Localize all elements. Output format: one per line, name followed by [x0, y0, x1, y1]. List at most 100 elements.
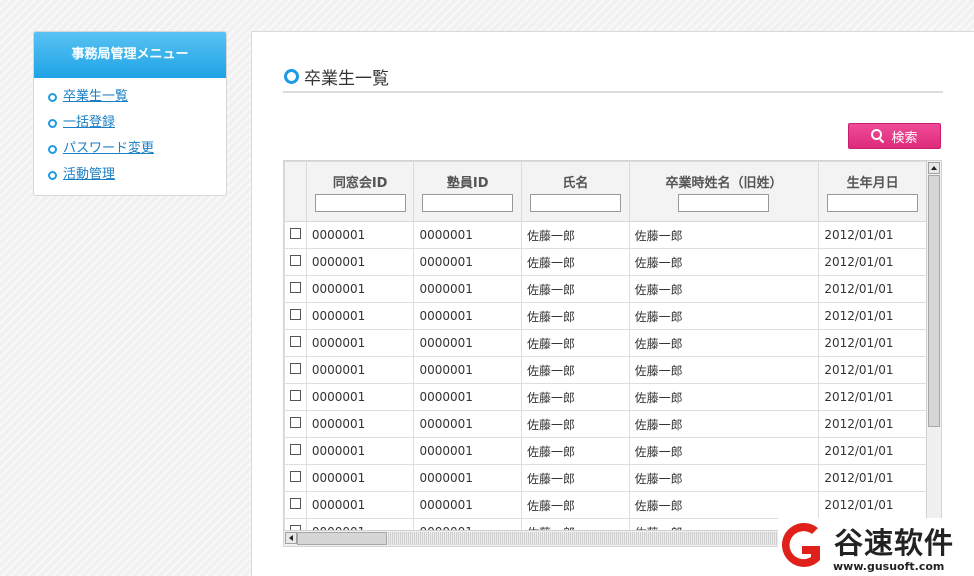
table-cell: 0000001	[413, 437, 523, 465]
row-select-cell	[284, 491, 307, 519]
sidebar-link-activity[interactable]: 活動管理	[63, 166, 115, 184]
table-row[interactable]: 00000010000001佐藤一郎佐藤一郎2012/01/01	[284, 329, 927, 357]
bullet-icon	[48, 171, 57, 180]
header-member-id: 塾員ID	[413, 161, 523, 222]
table-cell: 2012/01/01	[818, 356, 927, 384]
table-cell: 0000001	[413, 221, 523, 249]
bullet-icon	[48, 93, 57, 102]
sidebar-item-activity[interactable]: 活動管理	[48, 166, 226, 192]
table-cell: 佐藤一郎	[521, 410, 630, 438]
table-cell: 0000001	[413, 491, 523, 519]
row-select-cell	[284, 356, 307, 384]
row-select-cell	[284, 383, 307, 411]
table-cell: 2012/01/01	[818, 410, 927, 438]
sidebar-link-graduates[interactable]: 卒業生一覧	[63, 88, 128, 106]
table-cell: 2012/01/01	[818, 302, 927, 330]
horizontal-scroll-thumb[interactable]	[297, 532, 387, 545]
vertical-scrollbar[interactable]	[926, 161, 941, 531]
sidebar-link-password-change[interactable]: パスワード変更	[63, 140, 154, 158]
header-alumni-id: 同窓会ID	[305, 161, 415, 222]
row-select-cell	[284, 464, 307, 492]
table-cell: 0000001	[413, 356, 523, 384]
table-cell: 0000001	[305, 275, 415, 303]
table-row[interactable]: 00000010000001佐藤一郎佐藤一郎2012/01/01	[284, 383, 927, 411]
table-row[interactable]: 00000010000001佐藤一郎佐藤一郎2012/01/01	[284, 491, 927, 519]
table-cell: 0000001	[413, 275, 523, 303]
row-checkbox[interactable]	[289, 417, 301, 428]
table-cell: 佐藤一郎	[628, 383, 820, 411]
table-cell: 佐藤一郎	[521, 383, 630, 411]
scroll-up-icon[interactable]	[928, 162, 940, 174]
table-cell: 佐藤一郎	[521, 356, 630, 384]
bullet-icon	[48, 119, 57, 128]
scroll-left-icon[interactable]	[285, 532, 297, 544]
table-cell: 2012/01/01	[818, 437, 927, 465]
filter-birthdate-input[interactable]	[827, 194, 919, 212]
table-cell: 佐藤一郎	[628, 221, 820, 249]
grid-viewport: 同窓会ID 塾員ID 氏名 卒業時姓名（旧姓） 生年月日 0000001 000…	[284, 161, 927, 531]
row-checkbox[interactable]	[289, 444, 301, 455]
table-cell: 2012/01/01	[818, 491, 927, 519]
table-row[interactable]: 00000010000001佐藤一郎佐藤一郎2012/01/01	[284, 221, 927, 249]
table-cell: 0000001	[413, 329, 523, 357]
sidebar-link-bulk-register[interactable]: 一括登録	[63, 114, 115, 132]
row-checkbox[interactable]	[289, 390, 301, 401]
filter-maiden-name-input[interactable]	[678, 194, 770, 212]
row-checkbox[interactable]	[289, 336, 301, 347]
table-cell: 0000001	[305, 410, 415, 438]
table-cell: 佐藤一郎	[628, 275, 820, 303]
table-row[interactable]: 00000010000001佐藤一郎佐藤一郎2012/01/01	[284, 248, 927, 276]
table-cell: 佐藤一郎	[628, 464, 820, 492]
filter-name-input[interactable]	[529, 194, 621, 212]
main-panel: 卒業生一覧 検索 同窓会ID 塾員ID 氏名 卒業時姓名（旧姓） 生年月日 00…	[251, 31, 974, 576]
row-select-cell	[284, 437, 307, 465]
header-label: 氏名	[562, 176, 589, 191]
table-cell: 2012/01/01	[818, 383, 927, 411]
table-cell: 佐藤一郎	[521, 248, 630, 276]
table-cell: 0000001	[305, 491, 415, 519]
table-cell: 佐藤一郎	[628, 356, 820, 384]
table-cell: 0000001	[413, 248, 523, 276]
table-header-row: 同窓会ID 塾員ID 氏名 卒業時姓名（旧姓） 生年月日	[284, 161, 927, 222]
filter-member-id-input[interactable]	[422, 194, 514, 212]
row-select-cell	[284, 302, 307, 330]
header-birthdate: 生年月日	[818, 161, 927, 222]
header-label: 塾員ID	[446, 176, 489, 191]
row-checkbox[interactable]	[289, 309, 301, 320]
search-button-label: 検索	[891, 130, 918, 146]
table-row[interactable]: 00000010000001佐藤一郎佐藤一郎2012/01/01	[284, 275, 927, 303]
table-cell: 0000001	[305, 383, 415, 411]
header-name: 氏名	[521, 161, 630, 222]
table-row[interactable]: 00000010000001佐藤一郎佐藤一郎2012/01/01	[284, 437, 927, 465]
table-cell: 2012/01/01	[818, 221, 927, 249]
search-icon	[871, 129, 885, 143]
sidebar-item-graduates[interactable]: 卒業生一覧	[48, 88, 226, 114]
table-cell: 0000001	[305, 221, 415, 249]
table-row[interactable]: 00000010000001佐藤一郎佐藤一郎2012/01/01	[284, 410, 927, 438]
header-label: 同窓会ID	[332, 176, 388, 191]
row-checkbox[interactable]	[289, 255, 301, 266]
vertical-scroll-thumb[interactable]	[928, 175, 940, 427]
title-bullet-icon	[284, 69, 299, 84]
table-cell: 佐藤一郎	[521, 329, 630, 357]
table-body: 0000001 0000001 佐藤一郎 佐藤一郎 2012/01/01 0000001 0…	[284, 221, 927, 531]
row-checkbox[interactable]	[289, 498, 301, 509]
row-checkbox[interactable]	[289, 363, 301, 374]
row-checkbox[interactable]	[289, 228, 301, 239]
table-row[interactable]: 00000010000001佐藤一郎佐藤一郎2012/01/01	[284, 464, 927, 492]
table-row[interactable]: 00000010000001佐藤一郎佐藤一郎2012/01/01	[284, 302, 927, 330]
row-checkbox[interactable]	[289, 471, 301, 482]
row-checkbox[interactable]	[289, 282, 301, 293]
page-title: 卒業生一覧	[304, 69, 389, 89]
table-cell: 0000001	[413, 410, 523, 438]
header-label: 卒業時姓名（旧姓）	[665, 176, 783, 191]
table-cell: 佐藤一郎	[628, 329, 820, 357]
filter-alumni-id-input[interactable]	[314, 194, 406, 212]
sidebar-item-password-change[interactable]: パスワード変更	[48, 140, 226, 166]
table-cell: 佐藤一郎	[628, 302, 820, 330]
table-row[interactable]: 00000010000001佐藤一郎佐藤一郎2012/01/01	[284, 356, 927, 384]
search-button[interactable]: 検索	[848, 123, 941, 149]
row-select-cell	[284, 248, 307, 276]
sidebar-list: 卒業生一覧 一括登録 パスワード変更 活動管理	[34, 78, 226, 192]
sidebar-item-bulk-register[interactable]: 一括登録	[48, 114, 226, 140]
